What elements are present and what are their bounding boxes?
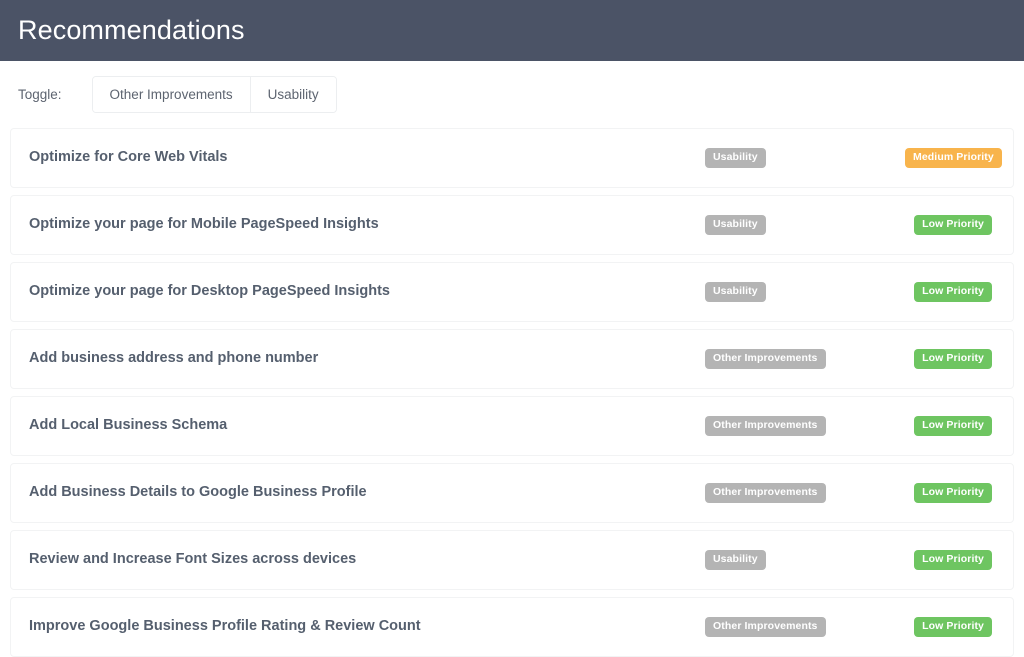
recommendation-row[interactable]: Optimize your page for Desktop PageSpeed…: [10, 262, 1014, 322]
recommendation-priority-cell: Low Priority: [905, 617, 1003, 637]
recommendation-priority-cell: Low Priority: [905, 550, 1003, 570]
recommendation-row[interactable]: Add business address and phone numberOth…: [10, 329, 1014, 389]
page-title: Recommendations: [18, 17, 245, 44]
category-badge: Other Improvements: [705, 617, 826, 637]
priority-badge: Medium Priority: [905, 148, 1002, 168]
recommendation-title: Optimize your page for Mobile PageSpeed …: [29, 216, 705, 233]
toggle-button-other-improvements[interactable]: Other Improvements: [93, 77, 251, 112]
priority-badge: Low Priority: [914, 215, 992, 235]
toggle-group: Other Improvements Usability: [92, 76, 337, 113]
priority-badge: Low Priority: [914, 282, 992, 302]
category-badge: Usability: [705, 550, 766, 570]
recommendation-title: Review and Increase Font Sizes across de…: [29, 551, 705, 568]
recommendation-category-cell: Other Improvements: [705, 416, 905, 436]
recommendation-priority-cell: Low Priority: [905, 282, 1003, 302]
recommendation-category-cell: Usability: [705, 550, 905, 570]
category-badge: Usability: [705, 215, 766, 235]
recommendation-title: Add Business Details to Google Business …: [29, 484, 705, 501]
recommendation-title: Add Local Business Schema: [29, 417, 705, 434]
recommendation-row[interactable]: Optimize your page for Mobile PageSpeed …: [10, 195, 1014, 255]
priority-badge: Low Priority: [914, 483, 992, 503]
recommendation-row[interactable]: Optimize for Core Web VitalsUsability Med…: [10, 128, 1014, 188]
recommendation-category-cell: Usability: [705, 215, 905, 235]
recommendation-priority-cell: Low Priority: [905, 483, 1003, 503]
category-badge: Usability: [705, 148, 766, 168]
page-header: Recommendations: [0, 0, 1024, 61]
priority-badge: Low Priority: [914, 349, 992, 369]
recommendations-list: Optimize for Core Web VitalsUsabilityMed…: [0, 128, 1024, 657]
recommendation-priority-cell: Low Priority: [905, 349, 1003, 369]
category-badge: Other Improvements: [705, 483, 826, 503]
toggle-bar: Toggle: Other Improvements Usability: [0, 61, 1024, 128]
recommendation-category-cell: Other Improvements: [705, 483, 905, 503]
priority-badge: Low Priority: [914, 617, 992, 637]
recommendation-category-cell: Usability: [705, 148, 905, 168]
recommendation-title: Add business address and phone number: [29, 350, 705, 367]
recommendation-priority-cell: Medium Priority: [905, 148, 1013, 168]
recommendation-priority-cell: Low Priority: [905, 416, 1003, 436]
recommendation-title: Optimize your page for Desktop PageSpeed…: [29, 283, 705, 300]
recommendation-title: Optimize for Core Web Vitals: [29, 149, 705, 166]
category-badge: Other Improvements: [705, 349, 826, 369]
recommendation-category-cell: Other Improvements: [705, 349, 905, 369]
recommendation-category-cell: Usability: [705, 282, 905, 302]
recommendation-title: Improve Google Business Profile Rating &…: [29, 618, 705, 635]
toggle-label: Toggle:: [18, 88, 62, 102]
recommendation-row[interactable]: Add Local Business SchemaOther Improveme…: [10, 396, 1014, 456]
priority-badge: Low Priority: [914, 550, 992, 570]
toggle-button-usability[interactable]: Usability: [251, 77, 336, 112]
category-badge: Other Improvements: [705, 416, 826, 436]
recommendation-row[interactable]: Add Business Details to Google Business …: [10, 463, 1014, 523]
recommendation-priority-cell: Low Priority: [905, 215, 1003, 235]
recommendation-category-cell: Other Improvements: [705, 617, 905, 637]
priority-badge: Low Priority: [914, 416, 992, 436]
recommendation-row[interactable]: Review and Increase Font Sizes across de…: [10, 530, 1014, 590]
category-badge: Usability: [705, 282, 766, 302]
recommendation-row[interactable]: Improve Google Business Profile Rating &…: [10, 597, 1014, 657]
